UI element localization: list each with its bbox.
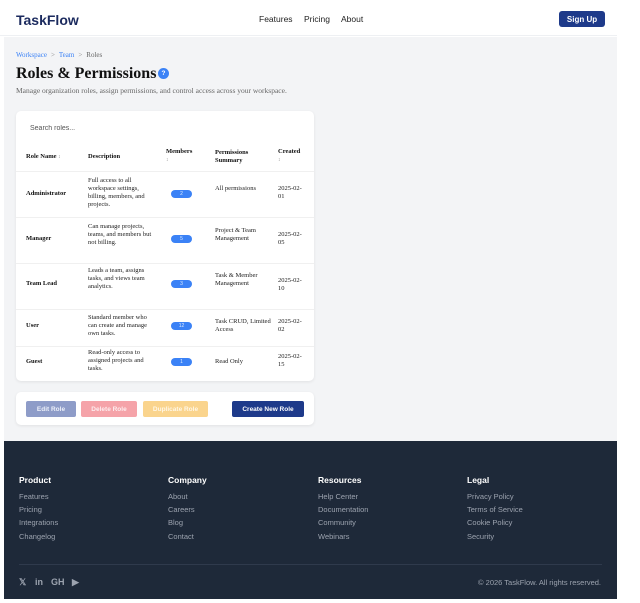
footer-link-webinars[interactable]: Webinars	[318, 532, 350, 541]
footer-link-community[interactable]: Community	[318, 518, 356, 527]
footer-heading-product: Product	[19, 475, 52, 485]
main-content: Workspace > Team > Roles Roles & Permissions…	[4, 37, 617, 441]
duplicate-role-button[interactable]: Duplicate Role	[143, 401, 208, 417]
breadcrumb-workspace[interactable]: Workspace	[16, 51, 47, 59]
footer-link-documentation[interactable]: Documentation	[318, 505, 368, 514]
footer-link-careers[interactable]: Careers	[168, 505, 195, 514]
footer-link-security[interactable]: Security	[467, 532, 494, 541]
role-name: Administrator	[26, 190, 67, 197]
breadcrumb-separator: >	[50, 51, 55, 59]
column-header-members[interactable]: Members ↕	[166, 148, 202, 165]
footer-divider	[19, 564, 602, 565]
role-description: Standard member who can create and manag…	[88, 314, 148, 337]
github-icon[interactable]: GH	[51, 577, 65, 587]
role-name: Manager	[26, 235, 52, 242]
nav-link-features[interactable]: Features	[259, 14, 293, 24]
sort-icon: ↕	[278, 158, 281, 163]
members-badge: 12	[171, 322, 192, 330]
footer-link-features[interactable]: Features	[19, 492, 49, 501]
table-row[interactable]: Administrator Full access to all workspa…	[16, 172, 314, 217]
created-date: 2025-02-05	[278, 231, 302, 246]
nav-link-pricing[interactable]: Pricing	[304, 14, 330, 24]
role-description: Full access to all workspace settings, b…	[88, 177, 145, 208]
top-nav-bar: TaskFlow Features Pricing About Sign Up	[0, 0, 617, 36]
role-name: Team Lead	[26, 280, 57, 287]
site-footer: Product Features Pricing Integrations Ch…	[4, 441, 617, 599]
delete-role-button[interactable]: Delete Role	[81, 401, 137, 417]
footer-link-pricing[interactable]: Pricing	[19, 505, 42, 514]
edit-role-button[interactable]: Edit Role	[26, 401, 76, 417]
footer-link-changelog[interactable]: Changelog	[19, 532, 55, 541]
sign-up-button[interactable]: Sign Up	[559, 11, 605, 27]
copyright-text: © 2026 TaskFlow. All rights reserved.	[478, 578, 601, 587]
nav-link-about[interactable]: About	[341, 14, 363, 24]
column-header-created[interactable]: Created ↕	[278, 148, 312, 165]
footer-link-terms-of-service[interactable]: Terms of Service	[467, 505, 523, 514]
permissions-summary: Task & Member Management	[215, 272, 258, 287]
table-row[interactable]: User Standard member who can create and …	[16, 310, 314, 346]
breadcrumb-roles: Roles	[86, 51, 103, 59]
footer-link-contact[interactable]: Contact	[168, 532, 194, 541]
page-subtitle: Manage organization roles, assign permis…	[16, 86, 287, 95]
table-row[interactable]: Manager Can manage projects, teams, and …	[16, 218, 314, 263]
column-header-permissions-summary: Permissions Summary	[215, 149, 249, 164]
footer-heading-company: Company	[168, 475, 207, 485]
breadcrumb: Workspace > Team > Roles	[16, 51, 102, 59]
breadcrumb-team[interactable]: Team	[59, 51, 74, 59]
table-row[interactable]: Team Lead Leads a team, assigns tasks, a…	[16, 264, 314, 309]
members-badge: 1	[171, 358, 192, 366]
create-new-role-button[interactable]: Create New Role	[232, 401, 304, 417]
linkedin-icon[interactable]: in	[35, 577, 43, 587]
youtube-icon[interactable]: ▶	[72, 577, 79, 588]
column-header-role-name[interactable]: Role Name ↕	[26, 153, 61, 162]
x-icon[interactable]: 𝕏	[19, 577, 26, 588]
members-badge: 5	[171, 235, 192, 243]
footer-link-privacy-policy[interactable]: Privacy Policy	[467, 492, 514, 501]
role-description: Can manage projects, teams, and members …	[88, 223, 152, 246]
permissions-summary: Project & Team Management	[215, 227, 256, 242]
footer-link-integrations[interactable]: Integrations	[19, 518, 58, 527]
role-description: Read-only access to assigned projects an…	[88, 349, 144, 372]
footer-heading-legal: Legal	[467, 475, 490, 485]
page-title: Roles & Permissions	[16, 65, 157, 82]
roles-table-card: Role Name ↕ Description Members↕ Permiss…	[16, 111, 314, 381]
sort-icon: ↕	[58, 155, 61, 160]
role-actions-card: Edit Role Delete Role Duplicate Role Cre…	[16, 392, 314, 425]
role-name: Guest	[26, 358, 43, 365]
logo[interactable]: TaskFlow	[16, 12, 79, 28]
role-description: Leads a team, assigns tasks, and views t…	[88, 267, 145, 290]
footer-heading-resources: Resources	[318, 475, 362, 485]
breadcrumb-separator: >	[78, 51, 83, 59]
help-icon[interactable]: ?	[158, 68, 169, 79]
created-date: 2025-02-01	[278, 185, 302, 200]
footer-link-help-center[interactable]: Help Center	[318, 492, 358, 501]
footer-link-blog[interactable]: Blog	[168, 518, 183, 527]
role-name: User	[26, 322, 39, 329]
sort-icon: ↕	[166, 158, 169, 163]
created-date: 2025-02-15	[278, 353, 302, 368]
permissions-summary: All permissions	[215, 185, 256, 192]
permissions-summary: Read Only	[215, 358, 243, 365]
column-header-description: Description	[88, 153, 121, 160]
table-row[interactable]: Guest Read-only access to assigned proje…	[16, 347, 314, 381]
members-badge: 3	[171, 280, 192, 288]
created-date: 2025-02-02	[278, 318, 302, 333]
search-roles-input[interactable]	[30, 121, 300, 135]
members-badge: 2	[171, 190, 192, 198]
permissions-summary: Task CRUD, Limited Access	[215, 318, 271, 333]
footer-link-cookie-policy[interactable]: Cookie Policy	[467, 518, 512, 527]
created-date: 2025-02-10	[278, 277, 302, 292]
footer-link-about[interactable]: About	[168, 492, 188, 501]
